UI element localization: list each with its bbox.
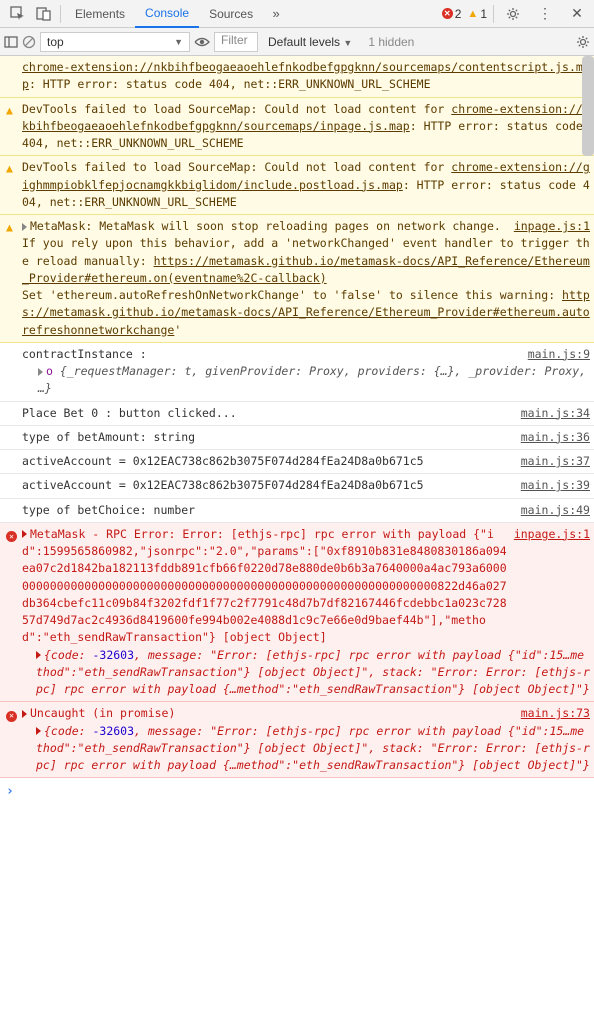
tab-console[interactable]: Console <box>135 0 199 28</box>
filter-input[interactable]: Filter <box>214 32 258 52</box>
kebab-menu-icon[interactable]: ⋮ <box>532 1 558 27</box>
source-link[interactable]: main.js:37 <box>515 453 590 470</box>
source-link[interactable]: inpage.js:1 <box>508 526 590 647</box>
source-link[interactable]: main.js:36 <box>515 429 590 446</box>
console-row-log[interactable]: type of betChoice: number main.js:49 <box>0 499 594 523</box>
warning-badge[interactable]: ▲1 <box>467 7 487 21</box>
console-row-warning[interactable]: chrome-extension://nkbihfbeogaeaoehlefnk… <box>0 56 594 98</box>
warning-icon: ▲ <box>6 101 22 153</box>
warning-icon: ▲ <box>6 218 22 339</box>
log-levels-select[interactable]: Default levels ▼ <box>262 35 358 49</box>
source-link[interactable]: main.js:9 <box>522 346 590 363</box>
console-row-error[interactable]: ✕ Uncaught (in promise) main.js:73 {code… <box>0 702 594 778</box>
context-select[interactable]: top▼ <box>40 32 190 52</box>
source-link[interactable]: inpage.js:1 <box>508 218 590 235</box>
console-row-log[interactable]: contractInstance :main.js:9 o {_requestM… <box>0 343 594 402</box>
hidden-count[interactable]: 1 hidden <box>362 35 420 49</box>
source-link[interactable]: main.js:34 <box>515 405 590 422</box>
console-row-warning[interactable]: ▲ DevTools failed to load SourceMap: Cou… <box>0 156 594 215</box>
eye-icon[interactable] <box>194 35 210 49</box>
console-output: chrome-extension://nkbihfbeogaeaoehlefnk… <box>0 56 594 805</box>
console-subbar: top▼ Filter Default levels ▼ 1 hidden <box>0 28 594 56</box>
expand-arrow-icon[interactable] <box>38 368 43 376</box>
expand-arrow-icon[interactable] <box>22 530 27 538</box>
warning-icon: ▲ <box>6 159 22 211</box>
source-link[interactable]: main.js:39 <box>515 477 590 494</box>
console-row-log[interactable]: type of betAmount: string main.js:36 <box>0 426 594 450</box>
tab-sources[interactable]: Sources <box>199 1 263 27</box>
device-toggle-icon[interactable] <box>30 1 56 27</box>
console-settings-icon[interactable] <box>576 35 590 49</box>
prompt-caret-icon: › <box>6 784 20 799</box>
source-link[interactable]: main.js:49 <box>515 502 590 519</box>
more-tabs-icon[interactable]: » <box>263 1 289 27</box>
close-icon[interactable]: ✕ <box>564 1 590 27</box>
source-link[interactable]: main.js:73 <box>515 705 590 722</box>
error-icon: ✕ <box>6 705 22 774</box>
expand-arrow-icon[interactable] <box>22 710 27 718</box>
console-row-error[interactable]: ✕ MetaMask - RPC Error: Error: [ethjs-rp… <box>0 523 594 703</box>
sidebar-toggle-icon[interactable] <box>4 35 18 49</box>
console-row-log[interactable]: Place Bet 0 : button clicked... main.js:… <box>0 402 594 426</box>
console-row-log[interactable]: activeAccount = 0x12EAC738c862b3075F074d… <box>0 450 594 474</box>
console-row-warning[interactable]: ▲ MetaMask: MetaMask will soon stop relo… <box>0 215 594 343</box>
settings-icon[interactable] <box>500 1 526 27</box>
devtools-toolbar: Elements Console Sources » ✕2 ▲1 ⋮ ✕ <box>0 0 594 28</box>
console-prompt[interactable]: › <box>0 778 594 805</box>
scrollbar-thumb[interactable] <box>582 56 594 156</box>
console-row-log[interactable]: activeAccount = 0x12EAC738c862b3075F074d… <box>0 474 594 498</box>
inspect-icon[interactable] <box>4 1 30 27</box>
expand-arrow-icon[interactable] <box>36 727 41 735</box>
console-row-warning[interactable]: ▲ DevTools failed to load SourceMap: Cou… <box>0 98 594 157</box>
clear-console-icon[interactable] <box>22 35 36 49</box>
expand-arrow-icon[interactable] <box>22 223 27 231</box>
error-badge[interactable]: ✕2 <box>442 7 462 21</box>
error-icon: ✕ <box>6 526 22 699</box>
tab-elements[interactable]: Elements <box>65 1 135 27</box>
expand-arrow-icon[interactable] <box>36 651 41 659</box>
